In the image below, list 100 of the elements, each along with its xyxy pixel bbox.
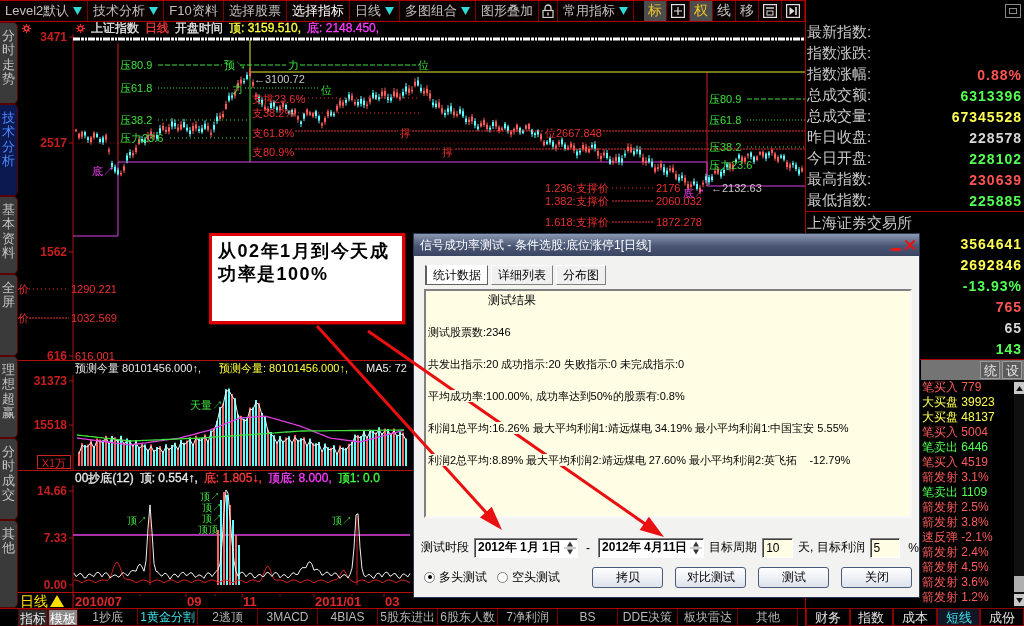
signal-item: 大买盘 48137	[922, 410, 996, 425]
date-field[interactable]: 2012年 4月11日	[598, 537, 705, 558]
side-tab[interactable]: 全屏	[0, 274, 18, 356]
radio-option[interactable]: 多头测试	[424, 568, 487, 586]
window-icon[interactable]	[1005, 4, 1021, 18]
dialog-button[interactable]: 对比测试	[675, 566, 746, 588]
volume-axis-label: 15518	[33, 418, 67, 432]
toolbar-menu-button[interactable]: Level2默认	[0, 1, 89, 21]
indicator-tab[interactable]: 其他	[738, 609, 798, 626]
indicator-tab[interactable]: 2逃顶	[198, 609, 258, 626]
toolbar-button[interactable]: 权	[690, 1, 713, 21]
top-signal-label: 顶↗	[202, 501, 222, 513]
radio-option[interactable]: 空头测试	[497, 568, 560, 586]
quote-value: 225885	[969, 192, 1022, 209]
indicator-axis-label: 14.66	[36, 484, 67, 498]
side-tab[interactable]: 技术分析	[0, 104, 18, 196]
panel-tab[interactable]: 财务	[806, 608, 850, 626]
side-tab[interactable]: 分时成交	[0, 438, 18, 520]
spinner-icon[interactable]	[690, 539, 703, 556]
radio-icon[interactable]	[497, 571, 508, 583]
up-triangle-icon[interactable]	[50, 595, 64, 607]
scroll-down-button[interactable]	[1014, 594, 1024, 606]
indicator-tab[interactable]: BS	[558, 609, 618, 626]
range-separator: -	[586, 540, 591, 555]
dialog-tab[interactable]: 详细列表	[491, 265, 553, 285]
quote-value: 2692846	[960, 257, 1022, 274]
toolbar-menu-button[interactable]: 常用指标	[557, 1, 634, 21]
side-tab[interactable]: 分时走势	[0, 22, 18, 104]
signal-item: 箭发射 3.6%	[922, 575, 990, 590]
support-label: 2176	[656, 182, 681, 194]
indicator-tab[interactable]: 4BIAS	[318, 609, 378, 626]
toolbar-menu-button[interactable]: 图形叠加	[475, 1, 539, 21]
resistance-label: 力	[232, 83, 243, 95]
support-label: 1290.221	[71, 283, 117, 295]
indicator-tab[interactable]: 3MACD	[258, 609, 318, 626]
signal-item: 箭发射 4.5%	[922, 560, 990, 575]
dialog-tab[interactable]: 统计数据	[425, 265, 488, 285]
quote-value: 765	[995, 298, 1022, 315]
support-label: 撑	[400, 127, 411, 139]
panel-tool-button[interactable]: 设	[1002, 361, 1022, 379]
scrollbar[interactable]	[1014, 380, 1024, 608]
spinner-icon[interactable]	[564, 539, 577, 556]
indicator-tab[interactable]: 6股东人数	[438, 609, 498, 626]
chart-header-text: 预测今量 80101456.000↑,	[75, 362, 201, 374]
support-label: 1.236:支撑价	[545, 182, 609, 194]
gear-icon[interactable]	[22, 23, 31, 33]
input-field[interactable]: 5	[869, 537, 901, 558]
panel-tab[interactable]: 指数	[849, 608, 894, 626]
panel-tab[interactable]: 成份	[980, 608, 1024, 626]
top-signal-label: 顶顶	[198, 523, 218, 535]
side-tab[interactable]: 理想超赢	[0, 356, 18, 438]
toolbar-button[interactable]: 标	[644, 1, 667, 21]
chart-header-text: 底: 1.805↓,	[203, 472, 262, 484]
percent-sign: %	[908, 540, 919, 555]
toolbar-menu-button[interactable]: 日线	[349, 1, 400, 21]
toolbar-menu-button[interactable]: 选择股票	[223, 1, 287, 21]
resistance-label: 位	[418, 59, 429, 71]
indicator-tab[interactable]: 板块雷达	[678, 609, 738, 626]
top-signal-label: 顶↗	[202, 512, 222, 524]
toolbar-menu-button[interactable]: 多图组合	[399, 1, 476, 21]
dialog-title: 信号成功率测试 - 条件选股:底位涨停1[日线]	[420, 236, 653, 254]
mode-button[interactable]: 指标	[18, 609, 48, 626]
indicator-tab[interactable]: 1黄金分割	[138, 609, 198, 626]
resistance-label: 力	[288, 59, 299, 71]
toolbar-menu-button[interactable]: F10资料	[164, 1, 224, 21]
scroll-thumb[interactable]	[1014, 576, 1024, 592]
side-tab[interactable]: 基本资料	[0, 196, 18, 274]
quote-value: 230639	[969, 171, 1022, 188]
signal-item: 笔卖出 6446	[922, 440, 990, 455]
signal-item: 箭发射 2.4%	[922, 545, 990, 560]
radio-icon[interactable]	[424, 571, 435, 583]
gear-icon[interactable]	[76, 23, 85, 33]
toolbar-menu-button[interactable]: 选择指标	[286, 1, 350, 21]
toolbar-menu-button[interactable]: 技术分析	[88, 1, 165, 21]
indicator-tab[interactable]: 7净利润	[498, 609, 558, 626]
side-tab[interactable]: 其他	[0, 520, 18, 608]
volume-peak-label: 天量↗	[190, 399, 223, 411]
top-signal-label: 顶↗	[332, 514, 352, 526]
chart-header-text: 顶: 3159.510,	[229, 22, 302, 34]
panel-tab[interactable]: 成本	[893, 608, 937, 626]
indicator-tab[interactable]: 1抄底	[78, 609, 138, 626]
chart-header-text: 日线	[145, 22, 169, 34]
indicator-tab[interactable]: DDE决策	[618, 609, 678, 626]
quote-label: 指数涨幅:	[806, 65, 872, 84]
chart-header-text: MA5: 72	[366, 362, 407, 374]
dialog-button[interactable]: 拷贝	[592, 566, 663, 588]
date-field[interactable]: 2012年 1月 1日	[474, 537, 579, 558]
panel-tool-button[interactable]: 统	[980, 361, 1000, 379]
dialog-tab[interactable]: 分布图	[556, 265, 606, 285]
toolbar-button[interactable]: 移	[736, 1, 759, 21]
up-arrow-icon	[1015, 385, 1023, 391]
indicator-tab[interactable]: 5股东进出	[378, 609, 438, 626]
dialog-button[interactable]: 测试	[758, 566, 829, 588]
input-field[interactable]: 10	[762, 537, 793, 558]
indicator-axis-label: 7.33	[43, 531, 67, 545]
panel-tab[interactable]: 短线	[936, 608, 981, 626]
dialog-button[interactable]: 关闭	[841, 566, 912, 588]
toolbar-button[interactable]: 线	[713, 1, 736, 21]
scroll-up-button[interactable]	[1014, 382, 1024, 394]
support-label: 1872.278	[656, 216, 702, 228]
